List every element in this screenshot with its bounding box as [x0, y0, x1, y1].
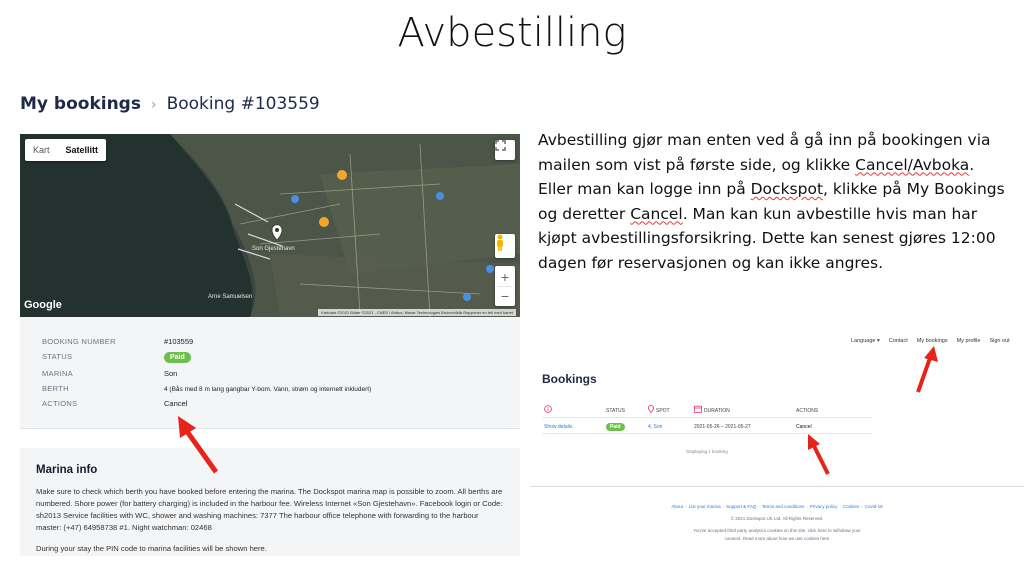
location-icon — [647, 405, 655, 415]
actions-label: ACTIONS — [42, 399, 78, 408]
footer-divider — [530, 486, 1024, 487]
footer-link[interactable]: About — [671, 504, 683, 509]
booking-number-row: BOOKING NUMBER #103559 — [42, 337, 193, 346]
marina-info-pin-text: During your stay the PIN code to marina … — [36, 544, 267, 553]
show-details-link[interactable]: Show details — [544, 424, 572, 430]
footer-link[interactable]: List your marina — [689, 504, 721, 509]
berth-label: BERTH — [42, 384, 69, 393]
col-status: STATUS — [606, 408, 625, 414]
map-attribution: Kartdata ©2021 Bilder ©2021 , CNES / Air… — [318, 309, 516, 316]
duration-value: 2021-05-26 – 2021-05-27 — [694, 424, 751, 430]
breadcrumb-my-bookings[interactable]: My bookings — [20, 94, 141, 114]
footer-link[interactable]: Terms and conditions — [762, 504, 805, 509]
col-actions: ACTIONS — [796, 408, 819, 414]
footer-link[interactable]: Covid-19 — [865, 504, 883, 509]
red-arrow-icon — [916, 346, 938, 393]
cookie-notice-1: You've accepted third party analytics co… — [693, 528, 861, 533]
marina-link[interactable]: Son — [164, 369, 177, 378]
cookie-notice-2: consent. Read more about how we use cook… — [724, 536, 830, 541]
col-spot: SPOT — [656, 408, 670, 414]
marina-label: MARINA — [42, 369, 73, 378]
zoom-control: + − — [495, 266, 515, 306]
red-arrow-icon — [178, 416, 219, 474]
nav-contact[interactable]: Contact — [889, 338, 908, 344]
footer: About · List your marina · Support & FAQ · Ter… — [530, 503, 1024, 543]
status-label: STATUS — [42, 352, 73, 361]
map-imagery — [20, 134, 520, 317]
map-type-kart[interactable]: Kart — [25, 139, 58, 161]
explanation-text: Avbestilling gjør man enten ved å gå inn… — [538, 128, 1013, 275]
nav-sign-out[interactable]: Sign out — [989, 338, 1009, 344]
status-badge: Paid — [606, 423, 625, 431]
footer-link[interactable]: Privacy policy — [810, 504, 838, 509]
marina-info-title: Marina info — [36, 464, 98, 476]
footer-link[interactable]: Cookies — [843, 504, 859, 509]
booking-number-label: BOOKING NUMBER — [42, 337, 116, 346]
col-duration: DURATION — [704, 408, 730, 414]
footer-link[interactable]: Support & FAQ — [726, 504, 756, 509]
zoom-out-button[interactable]: − — [498, 285, 512, 305]
nav-language[interactable]: Language ▾ — [851, 338, 880, 344]
marina-info: Marina info Make sure to check which ber… — [20, 448, 520, 556]
actions-row: ACTIONS Cancel — [42, 399, 187, 408]
map-place-label: Arne Samuelsen — [208, 294, 253, 300]
cancel-button[interactable]: Cancel — [164, 399, 187, 408]
footer-links: About · List your marina · Support & FAQ · Ter… — [671, 504, 883, 509]
explanation-cancel-avboka: Cancel/Avboka — [855, 155, 970, 174]
chevron-right-icon: › — [150, 97, 157, 113]
zoom-in-button[interactable]: + — [501, 268, 509, 286]
table-header: STATUS SPOT DURATION ACTIONS — [542, 404, 872, 418]
bookings-title: Bookings — [542, 372, 597, 386]
spot-link[interactable]: 4, Son — [648, 424, 662, 430]
berth-value: 4 (Bås med 8 m lang gangbar Y-bom. Vann,… — [164, 386, 372, 393]
berth-row: BERTH 4 (Bås med 8 m lang gangbar Y-bom. … — [42, 384, 371, 393]
booking-number-value: #103559 — [164, 337, 194, 346]
calendar-icon — [694, 405, 702, 415]
booking-details: BOOKING NUMBER #103559 STATUS Paid MARINA S… — [20, 317, 520, 429]
map-place-label: Son Gjestehavn — [252, 246, 295, 252]
status-badge: Paid — [164, 352, 191, 363]
map-type-satellitt[interactable]: Satellitt — [58, 139, 107, 161]
map-type-toggle: Kart Satellitt — [25, 139, 107, 161]
status-row: STATUS Paid — [42, 352, 191, 363]
breadcrumb: My bookings › Booking #103559 — [20, 94, 320, 114]
slide-title: Avbestilling — [397, 10, 627, 56]
marina-info-text: Make sure to check which berth you have … — [36, 487, 503, 532]
explanation-dockspot: Dockspot — [750, 180, 824, 198]
fullscreen-icon[interactable] — [495, 140, 515, 160]
pegman-icon[interactable] — [495, 234, 515, 258]
cancel-button[interactable]: Cancel — [796, 424, 812, 430]
google-logo: Google — [24, 299, 62, 311]
breadcrumb-current: Booking #103559 — [166, 94, 320, 114]
red-arrow-icon — [808, 434, 830, 475]
copyright: © 2021 Dockspot UK Ltd. All Rights Reser… — [730, 516, 824, 521]
explanation-cancel: Cancel — [630, 204, 683, 223]
marina-row: MARINA Son — [42, 369, 177, 378]
nav-my-profile[interactable]: My profile — [957, 338, 981, 344]
info-icon — [544, 405, 552, 415]
satellite-map[interactable]: Son Gjestehavn Arne Samuelsen Kart Satel… — [20, 134, 520, 317]
